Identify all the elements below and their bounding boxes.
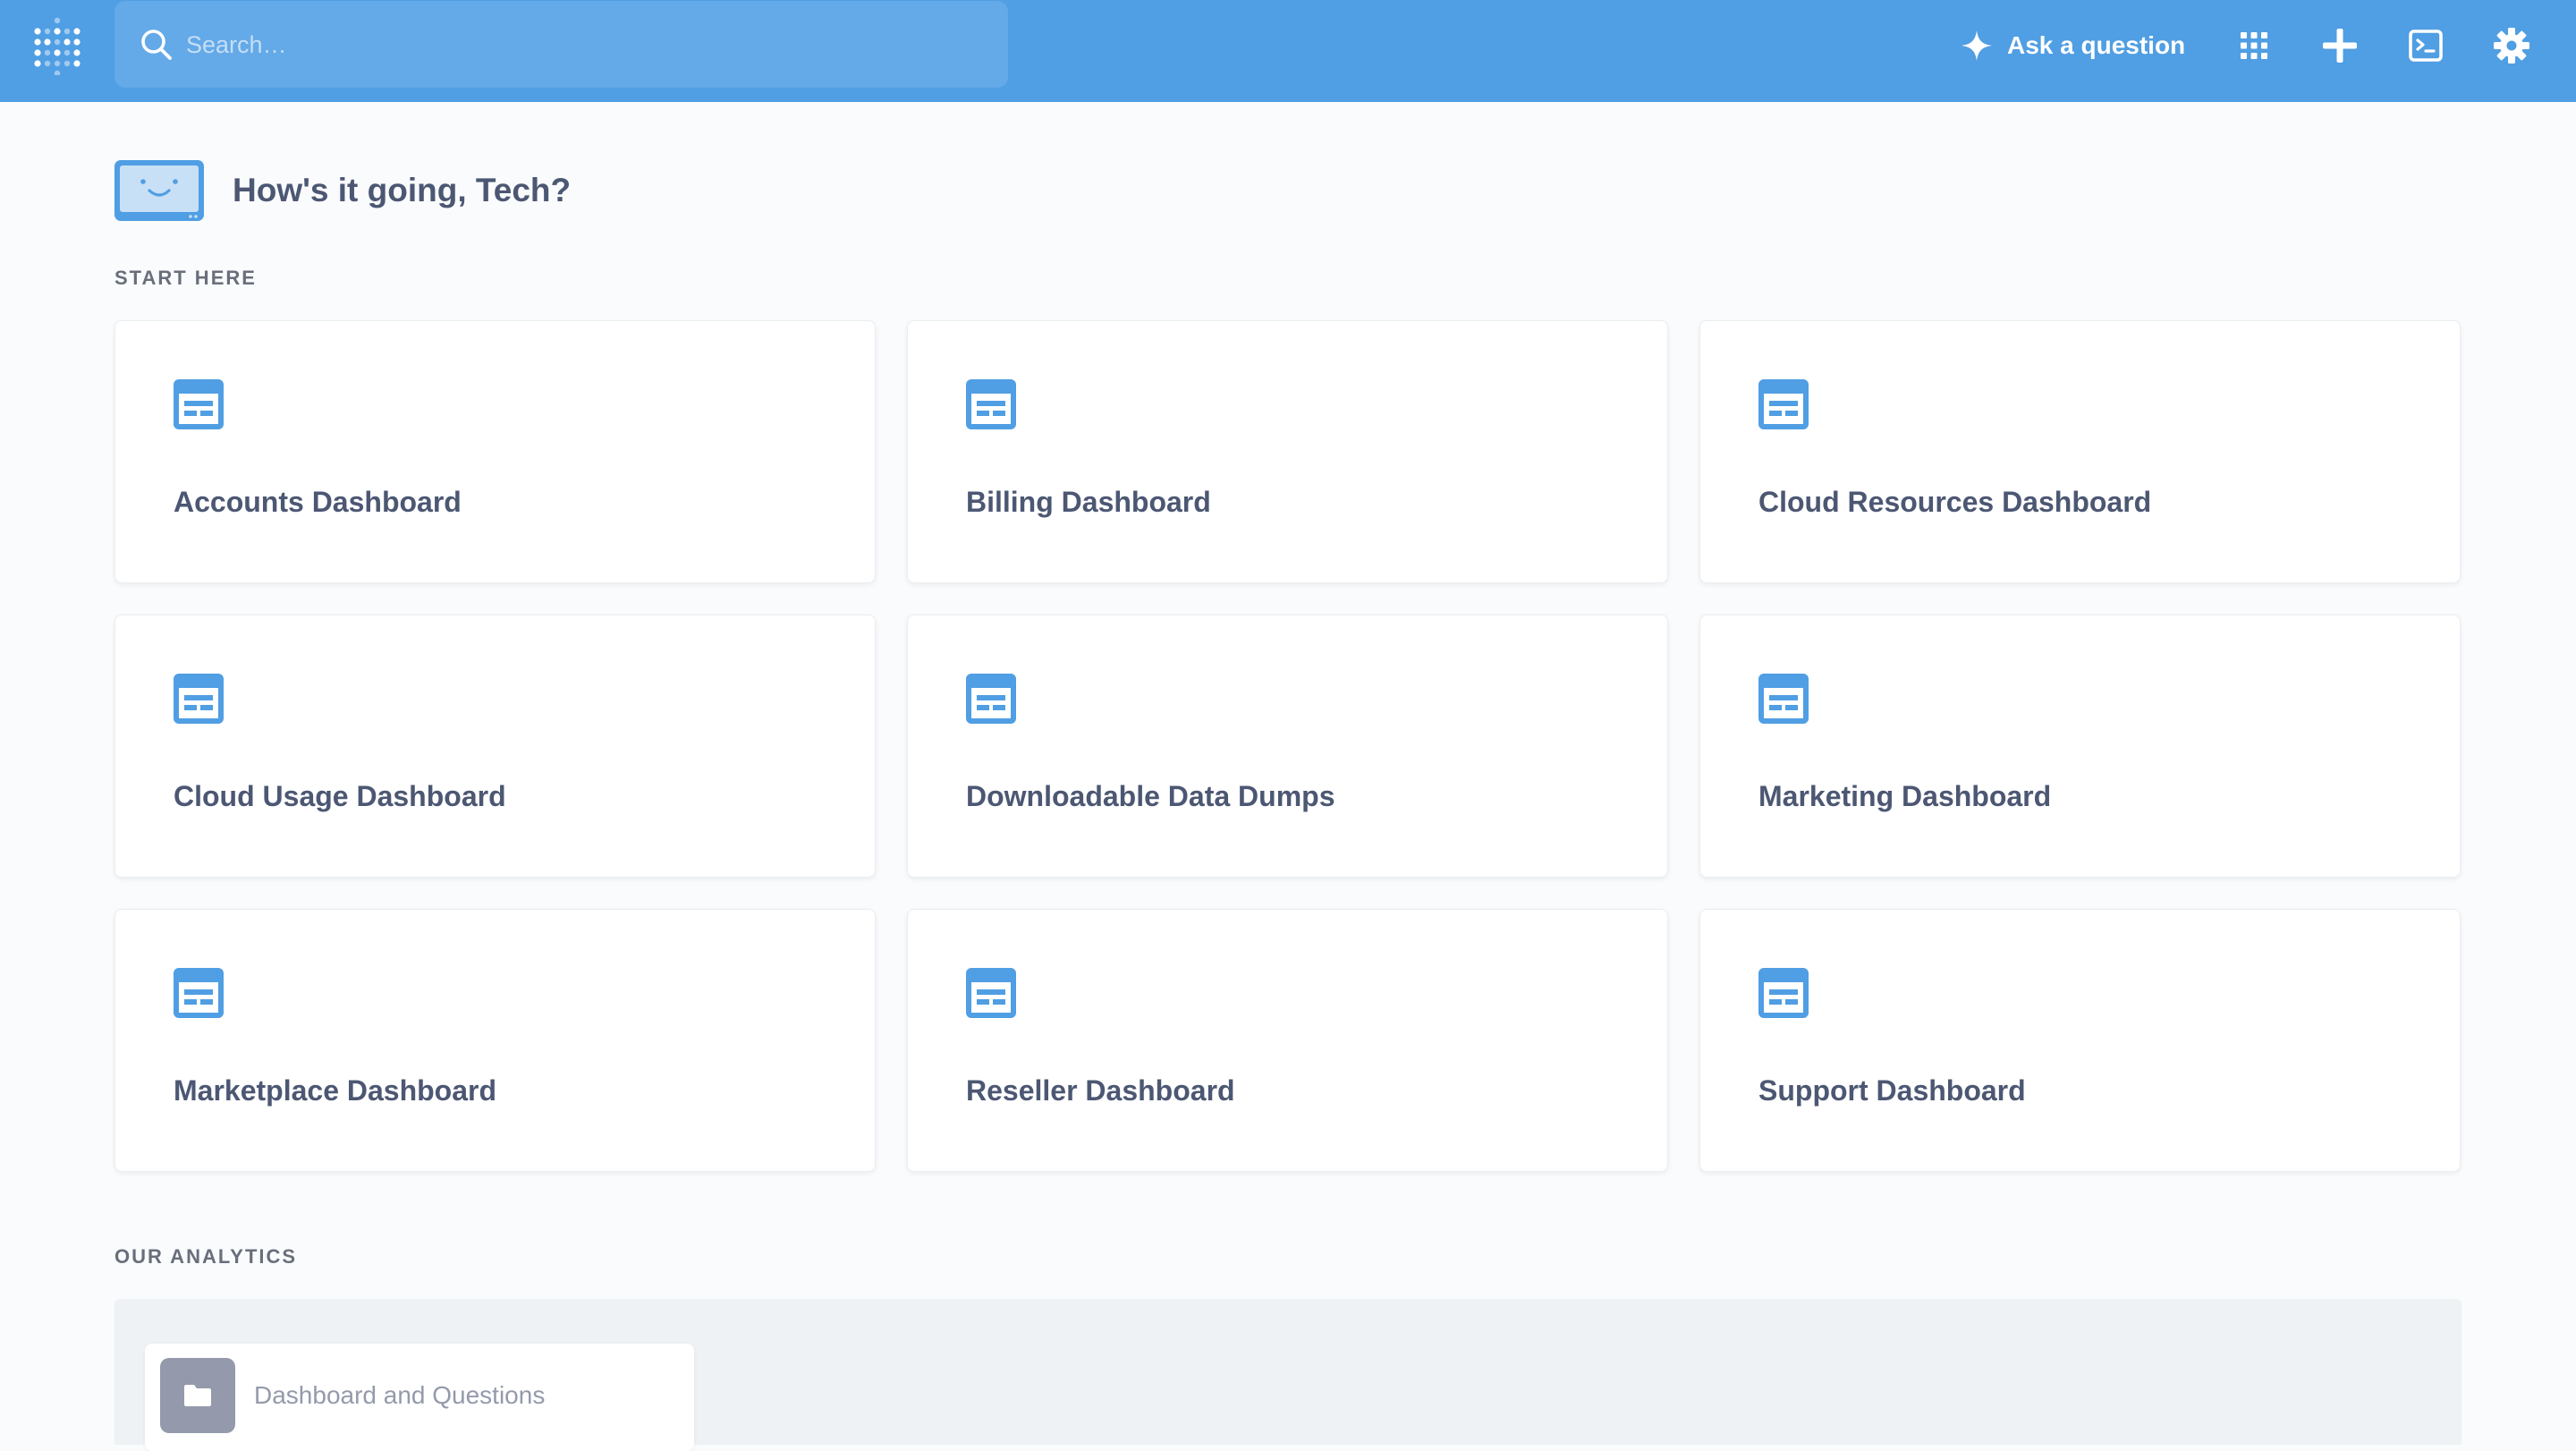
search-input[interactable]	[184, 19, 971, 71]
dashboard-icon	[966, 379, 1016, 429]
dashboard-card-label: Cloud Usage Dashboard	[174, 780, 506, 812]
metabot-icon	[114, 160, 204, 221]
dashboard-card-label: Support Dashboard	[1758, 1074, 2026, 1107]
dashboard-card-label: Marketing Dashboard	[1758, 780, 2052, 812]
dashboard-icon	[1758, 674, 1809, 724]
dashboard-card-reseller[interactable]: Reseller Dashboard	[907, 909, 1668, 1172]
plus-icon	[2323, 29, 2357, 63]
dashboard-card-label: Reseller Dashboard	[966, 1074, 1235, 1107]
dashboard-icon	[966, 968, 1016, 1018]
dashboard-card-label: Billing Dashboard	[966, 486, 1211, 518]
dashboard-card-label: Accounts Dashboard	[174, 486, 462, 518]
metabase-logo-icon[interactable]	[32, 16, 82, 75]
apps-grid-button[interactable]	[2233, 25, 2275, 66]
dashboard-card-label: Cloud Resources Dashboard	[1758, 486, 2152, 518]
grid-icon	[2241, 32, 2267, 59]
sparkle-icon	[1962, 30, 1992, 61]
collection-label: Dashboard and Questions	[254, 1381, 546, 1409]
dashboard-icon	[174, 968, 224, 1018]
our-analytics-panel: Dashboard and Questions	[114, 1299, 2462, 1451]
gear-icon	[2494, 28, 2529, 64]
ask-a-question-button[interactable]: Ask a question	[1961, 25, 2185, 66]
collection-icon-tile	[160, 1358, 235, 1433]
dashboard-card-downloadable-data-dumps[interactable]: Downloadable Data Dumps	[907, 615, 1668, 878]
dashboard-card-marketplace[interactable]: Marketplace Dashboard	[114, 909, 876, 1172]
new-item-button[interactable]	[2319, 25, 2360, 66]
dashboard-card-billing[interactable]: Billing Dashboard	[907, 320, 1668, 583]
dashboard-card-marketing[interactable]: Marketing Dashboard	[1699, 615, 2461, 878]
greeting-title: How's it going, Tech?	[233, 172, 572, 208]
sql-editor-button[interactable]	[2405, 25, 2446, 66]
dashboard-icon	[1758, 968, 1809, 1018]
search-icon	[141, 30, 172, 60]
dashboard-card-cloud-usage[interactable]: Cloud Usage Dashboard	[114, 615, 876, 878]
dashboard-icon	[174, 379, 224, 429]
our-analytics-heading: OUR ANALYTICS	[114, 1245, 298, 1268]
dashboard-card-accounts[interactable]: Accounts Dashboard	[114, 320, 876, 583]
collection-card-dashboard-and-questions[interactable]: Dashboard and Questions	[145, 1344, 694, 1451]
dashboard-card-cloud-resources[interactable]: Cloud Resources Dashboard	[1699, 320, 2461, 583]
dashboard-icon	[1758, 379, 1809, 429]
dashboard-card-label: Downloadable Data Dumps	[966, 780, 1335, 812]
dashboard-icon	[966, 674, 1016, 724]
terminal-icon	[2409, 30, 2443, 62]
top-navigation-bar: Ask a question	[0, 0, 2576, 102]
dashboard-card-label: Marketplace Dashboard	[174, 1074, 497, 1107]
folder-icon	[184, 1385, 211, 1406]
start-here-heading: START HERE	[114, 267, 257, 289]
ask-a-question-label: Ask a question	[2007, 31, 2186, 59]
settings-button[interactable]	[2491, 25, 2532, 66]
search-bar[interactable]	[114, 1, 1008, 88]
dashboard-card-support[interactable]: Support Dashboard	[1699, 909, 2461, 1172]
dashboard-icon	[174, 674, 224, 724]
